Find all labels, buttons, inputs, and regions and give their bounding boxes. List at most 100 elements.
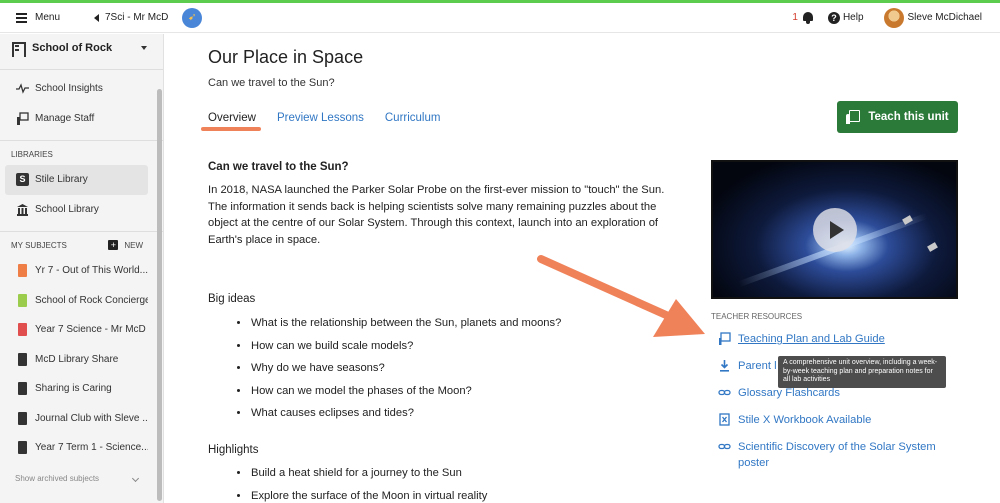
big-ideas-list: What is the relationship between the Sun… [250, 316, 561, 429]
user-menu[interactable]: Sleve McDichael [883, 7, 982, 28]
sidebar-item-label: Yr 7 - Out of This World... [35, 265, 148, 277]
sidebar-item-label: School Insights [35, 83, 103, 95]
highlights-heading: Highlights [208, 444, 259, 456]
caret-down-icon [141, 46, 147, 50]
list-item: Build a heat shield for a journey to the… [250, 466, 487, 489]
teacher-board-icon [846, 110, 861, 124]
sidebar-item-school-insights[interactable]: School Insights [5, 74, 148, 104]
back-arrow-icon [94, 13, 99, 22]
main-content: Our Place in Space Can we travel to the … [165, 34, 1000, 503]
sidebar-item-label: Stile Library [35, 174, 88, 186]
divider [0, 231, 163, 232]
sidebar-subject-item[interactable]: School of Rock Concierge [5, 286, 148, 316]
play-icon[interactable] [813, 208, 857, 252]
intro-paragraph: In 2018, NASA launched the Parker Solar … [208, 184, 665, 246]
libraries-heading: LIBRARIES [11, 149, 53, 159]
probe-image [927, 242, 938, 252]
link-icon [718, 443, 731, 450]
list-item: Explore the surface of the Moon in virtu… [250, 489, 487, 503]
sidebar-subject-item[interactable]: Sharing is Caring [5, 374, 148, 404]
plus-icon: + [108, 240, 119, 250]
help-icon: ? [827, 11, 840, 24]
link-icon [718, 389, 731, 396]
notification-count: 1 [792, 12, 798, 23]
sidebar-item-label: School of Rock Concierge [35, 294, 148, 306]
subject-book-icon [18, 323, 27, 337]
sidebar-subject-item[interactable]: Journal Club with Sleve ... [5, 404, 148, 434]
subject-book-icon [18, 441, 27, 455]
help-label: Help [842, 12, 864, 23]
sidebar-subject-item[interactable]: Year 7 Science - Mr McD [5, 315, 148, 345]
sidebar-scrollbar[interactable] [157, 89, 162, 501]
page-subtitle: Can we travel to the Sun? [208, 77, 335, 89]
list-item: What is the relationship between the Sun… [250, 316, 561, 339]
resource-label: Scientific Discovery of the Solar System… [738, 441, 936, 469]
list-item: How can we build scale models? [250, 339, 561, 362]
archived-label: Show archived subjects [15, 474, 100, 483]
sidebar-subject-item[interactable]: Year 7 Term 1 - Science... [5, 433, 148, 463]
tab-curriculum[interactable]: Curriculum [385, 112, 441, 124]
download-icon [720, 360, 729, 372]
menu-label: Menu [35, 12, 61, 23]
subject-book-icon [18, 293, 27, 307]
chevron-down-icon [131, 474, 140, 483]
tab-overview[interactable]: Overview [208, 112, 256, 124]
list-item: Why do we have seasons? [250, 361, 561, 384]
sidebar-item-label: Year 7 Science - Mr McD [35, 324, 146, 336]
subject-book-icon [18, 264, 27, 278]
highlights-list: Build a heat shield for a journey to the… [250, 466, 487, 503]
top-bar: Menu 7Sci - Mr McD ➹ 1 ? Help Sleve McDi… [0, 3, 1000, 33]
staff-icon [17, 112, 29, 125]
subject-book-icon [18, 411, 27, 425]
sidebar-item-label: Year 7 Term 1 - Science... [35, 442, 148, 454]
stile-x-icon [719, 413, 730, 426]
resource-label: Parent l [738, 360, 777, 372]
divider [0, 69, 163, 70]
new-subject-button[interactable]: + NEW [108, 240, 143, 250]
user-name: Sleve McDichael [907, 12, 982, 23]
resource-solar-system-poster[interactable]: Scientific Discovery of the Solar System… [718, 439, 958, 471]
pulse-icon [16, 83, 29, 95]
resource-tooltip: A comprehensive unit overview, including… [778, 356, 946, 388]
sidebar-item-label: McD Library Share [35, 353, 119, 365]
school-switcher[interactable]: School of Rock [0, 34, 163, 62]
class-avatar-icon[interactable]: ➹ [182, 7, 203, 28]
unit-video[interactable] [711, 160, 958, 299]
teacher-resources-heading: TEACHER RESOURCES [711, 312, 803, 321]
new-label: NEW [124, 240, 143, 250]
sidebar-item-manage-staff[interactable]: Manage Staff [5, 104, 148, 134]
teacher-board-icon [719, 332, 731, 345]
help-button[interactable]: ? Help [827, 11, 864, 24]
class-name: 7Sci - Mr McD [105, 12, 169, 23]
user-avatar [883, 7, 904, 28]
show-archived-subjects[interactable]: Show archived subjects [0, 467, 163, 491]
resource-label: Stile X Workbook Available [738, 414, 872, 426]
intro-heading: Can we travel to the Sun? [208, 161, 349, 173]
teach-this-unit-button[interactable]: Teach this unit [837, 101, 958, 133]
hamburger-icon [16, 13, 27, 23]
sidebar: School of Rock School Insights Manage St… [0, 34, 164, 503]
divider [0, 140, 163, 141]
sidebar-item-label: Manage Staff [35, 112, 95, 124]
active-tab-indicator [201, 127, 261, 131]
bell-icon[interactable] [802, 11, 814, 24]
menu-button[interactable]: Menu [16, 12, 94, 23]
sidebar-item-school-library[interactable]: School Library [5, 195, 148, 225]
resource-stile-x-workbook[interactable]: Stile X Workbook Available [718, 412, 871, 428]
list-item: What causes eclipses and tides? [250, 406, 561, 429]
big-ideas-heading: Big ideas [208, 293, 256, 305]
sidebar-subject-item[interactable]: Yr 7 - Out of This World... [5, 256, 148, 286]
stile-s-icon: S [16, 173, 29, 187]
subjects-heading: MY SUBJECTS + NEW [11, 240, 143, 250]
tab-preview-lessons[interactable]: Preview Lessons [277, 112, 364, 124]
teach-button-label: Teach this unit [868, 111, 949, 123]
class-switcher[interactable]: 7Sci - Mr McD [94, 12, 168, 23]
building-icon [10, 41, 26, 57]
resource-parent-info[interactable]: Parent l [718, 358, 777, 374]
sidebar-subject-item[interactable]: McD Library Share [5, 345, 148, 375]
annotation-arrow-icon [537, 255, 705, 337]
sidebar-item-stile-library[interactable]: S Stile Library [5, 165, 148, 195]
sidebar-item-label: Sharing is Caring [35, 383, 112, 395]
resource-teaching-plan[interactable]: Teaching Plan and Lab Guide [718, 331, 885, 347]
subject-book-icon [18, 382, 27, 396]
